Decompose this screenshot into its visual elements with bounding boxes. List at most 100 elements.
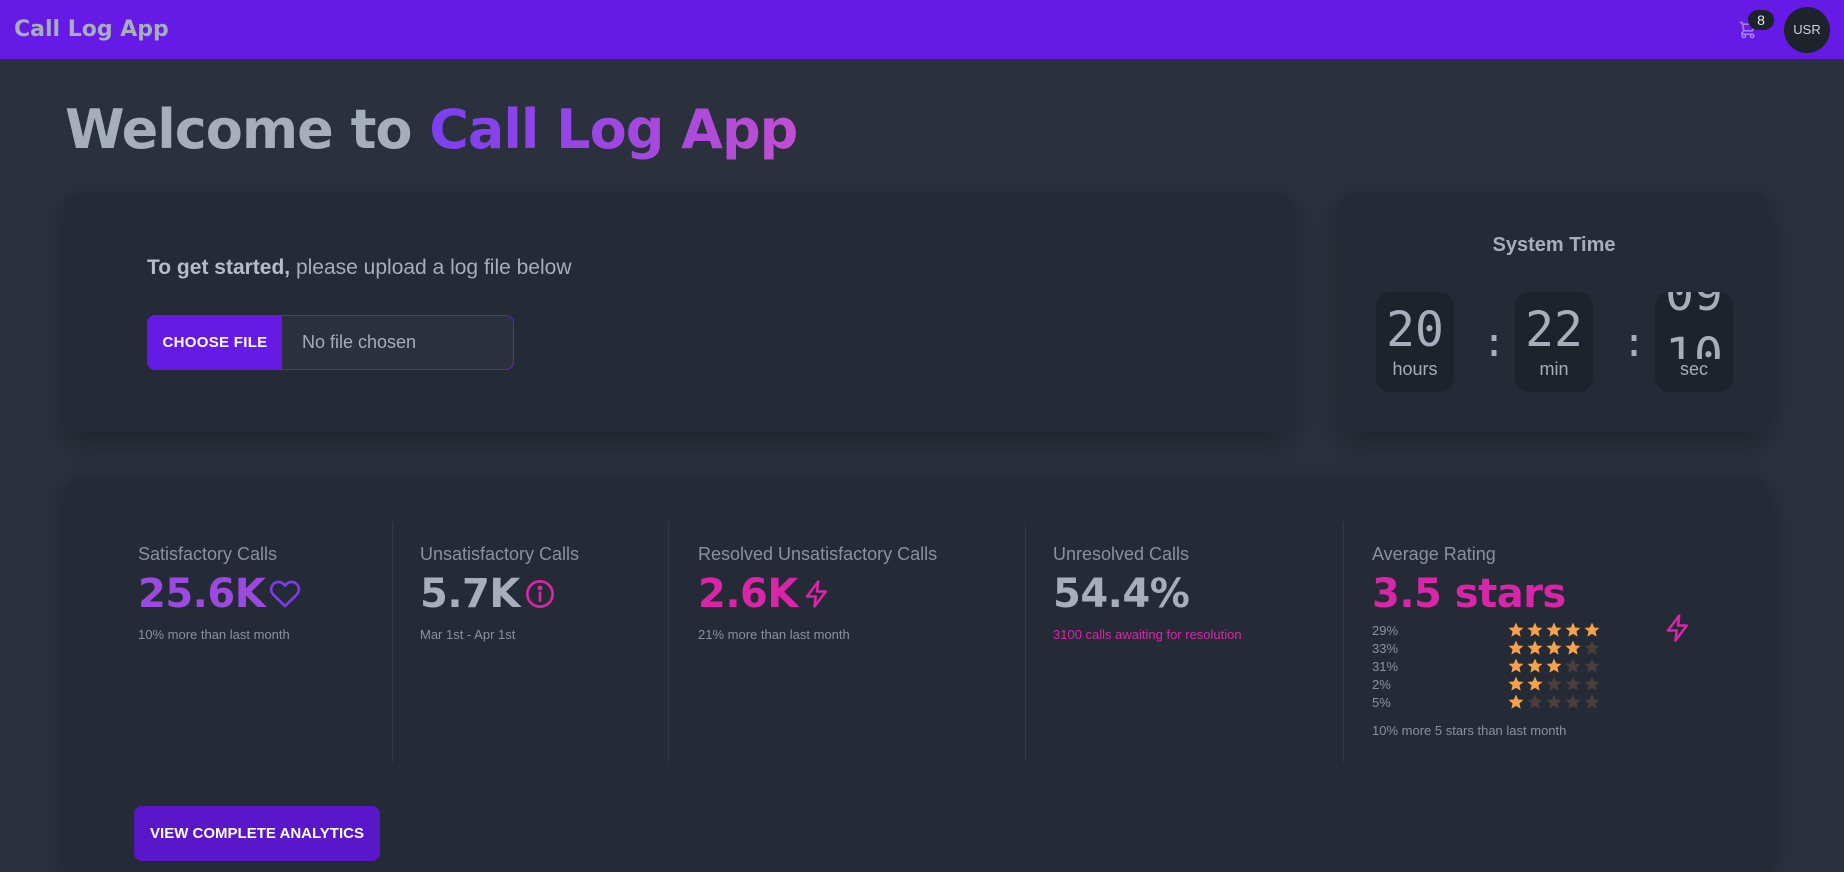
stat-number: 5.7K	[420, 571, 520, 617]
star-filled-icon	[1508, 694, 1524, 709]
info-icon	[525, 580, 554, 608]
stat-desc: 3100 calls awaiting for resolution	[1053, 627, 1242, 642]
title-app-name: Call Log App	[429, 98, 798, 161]
navbar-actions: 8 USR	[1728, 6, 1830, 53]
stat-title: Unsatisfactory Calls	[420, 544, 580, 564]
stat-title: Satisfactory Calls	[138, 544, 278, 564]
upload-intro-bold: To get started,	[147, 256, 291, 279]
avatar[interactable]: USR	[1784, 6, 1830, 53]
cart-count-badge: 8	[1748, 9, 1774, 30]
star-empty-icon	[1546, 694, 1562, 709]
star-filled-icon	[1546, 658, 1562, 673]
stat-rating: Average Rating 3.5 stars 29% 33% 31% 2% 5% 1…	[1372, 544, 1601, 738]
file-status: No file chosen	[302, 332, 417, 352]
star-empty-icon	[1565, 676, 1581, 691]
seconds-value-prev: 09	[1665, 292, 1723, 322]
stat-divider	[1025, 522, 1026, 762]
rating-stars	[1507, 639, 1601, 657]
stat-divider	[1343, 522, 1344, 762]
cart-button[interactable]: 8	[1728, 9, 1774, 50]
minutes-label: min	[1539, 359, 1569, 379]
stat-number: 54.4%	[1053, 571, 1190, 617]
star-filled-icon	[1565, 640, 1581, 655]
stat-desc: Mar 1st - Apr 1st	[420, 627, 516, 642]
hours-label: hours	[1392, 359, 1438, 379]
seconds-label: sec	[1655, 359, 1733, 380]
star-empty-icon	[1584, 658, 1600, 673]
stat-desc: 10% more than last month	[138, 627, 290, 642]
rating-percent: 2%	[1372, 676, 1391, 692]
star-empty-icon	[1584, 694, 1600, 709]
star-filled-icon	[1527, 622, 1543, 637]
rating-row: 33%	[1372, 639, 1601, 657]
rating-row: 5%	[1372, 693, 1601, 711]
stat-value: 3.5 stars	[1372, 571, 1601, 617]
star-filled-icon	[1508, 658, 1524, 673]
rating-stars	[1507, 621, 1601, 639]
rating-percent: 31%	[1372, 658, 1399, 674]
stat-title: Average Rating	[1372, 544, 1496, 564]
stat-number: 25.6K	[138, 571, 266, 617]
rating-stars	[1507, 657, 1601, 675]
rating-stars	[1507, 675, 1601, 693]
star-filled-icon	[1527, 640, 1543, 655]
system-time-card: System Time 20 hours : 22 min : 09 10 se…	[1339, 192, 1769, 432]
star-filled-icon	[1546, 622, 1562, 637]
time-separator: :	[1622, 320, 1647, 366]
view-analytics-button[interactable]: VIEW COMPLETE ANALYTICS	[134, 806, 380, 861]
rating-row: 31%	[1372, 657, 1601, 675]
star-filled-icon	[1508, 622, 1524, 637]
upload-card: To get started, please upload a log file…	[65, 192, 1293, 432]
star-filled-icon	[1565, 622, 1581, 637]
stat-desc: 21% more than last month	[698, 627, 850, 642]
star-filled-icon	[1508, 676, 1524, 691]
stat-unsatisfactory: Unsatisfactory Calls 5.7K Mar 1st - Apr …	[420, 544, 579, 642]
star-empty-icon	[1546, 676, 1562, 691]
stat-divider	[392, 522, 393, 762]
star-filled-icon	[1584, 622, 1600, 637]
choose-file-button[interactable]: CHOOSE FILE	[148, 316, 282, 369]
rating-row: 2%	[1372, 675, 1601, 693]
file-input[interactable]: CHOOSE FILE No file chosen	[147, 315, 514, 370]
time-separator: :	[1482, 320, 1507, 366]
minutes-value: 22	[1525, 302, 1583, 358]
system-time-title: System Time	[1492, 234, 1616, 256]
stat-number: 3.5 stars	[1372, 571, 1566, 617]
hours-box: 20 hours	[1376, 292, 1454, 392]
upload-intro: To get started, please upload a log file…	[147, 256, 572, 280]
stat-divider	[668, 522, 669, 762]
star-empty-icon	[1584, 676, 1600, 691]
stat-unresolved: Unresolved Calls 54.4% 3100 calls awaiti…	[1053, 544, 1242, 642]
minutes-box: 22 min	[1515, 292, 1593, 392]
rating-percent: 29%	[1372, 622, 1399, 638]
stat-value: 25.6K	[138, 571, 301, 617]
star-filled-icon	[1508, 640, 1524, 655]
rating-foot: 10% more 5 stars than last month	[1372, 723, 1567, 738]
brand-title[interactable]: Call Log App	[14, 17, 169, 42]
star-filled-icon	[1546, 640, 1562, 655]
stat-number: 2.6K	[698, 571, 798, 617]
seconds-box: 09 10 sec	[1655, 292, 1733, 392]
bolt-icon	[805, 580, 827, 608]
stats-card: Satisfactory Calls 25.6K 10% more than l…	[65, 476, 1769, 872]
star-empty-icon	[1527, 694, 1543, 709]
star-filled-icon	[1527, 658, 1543, 673]
star-empty-icon	[1565, 658, 1581, 673]
hours-value: 20	[1386, 302, 1444, 358]
stat-title: Unresolved Calls	[1053, 544, 1190, 564]
stat-value: 5.7K	[420, 571, 579, 617]
star-filled-icon	[1527, 676, 1543, 691]
stat-title: Resolved Unsatisfactory Calls	[698, 544, 938, 564]
rating-row: 29%	[1372, 621, 1601, 639]
navbar: Call Log App 8 USR	[0, 0, 1844, 59]
rating-percent: 5%	[1372, 694, 1391, 710]
stat-value: 54.4%	[1053, 571, 1242, 617]
upload-intro-rest: please upload a log file below	[290, 256, 572, 279]
star-empty-icon	[1565, 694, 1581, 709]
star-empty-icon	[1584, 640, 1600, 655]
stat-value: 2.6K	[698, 571, 937, 617]
rating-percent: 33%	[1372, 640, 1399, 656]
stat-resolved: Resolved Unsatisfactory Calls 2.6K 21% m…	[698, 544, 937, 642]
title-prefix: Welcome to	[65, 98, 412, 161]
page-title: Welcome to Call Log App	[65, 98, 798, 161]
